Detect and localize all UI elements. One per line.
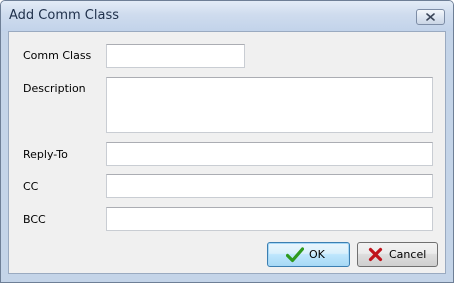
dialog-title: Add Comm Class <box>9 8 119 23</box>
ok-button-label: OK <box>309 248 325 261</box>
cc-label: CC <box>23 180 39 193</box>
close-button[interactable] <box>416 9 445 25</box>
checkmark-icon <box>286 247 304 263</box>
dialog-body: Comm Class Description Reply-To CC BCC O… <box>8 31 446 274</box>
cc-input[interactable] <box>106 174 433 198</box>
bcc-label: BCC <box>23 213 46 226</box>
reply-to-input[interactable] <box>106 142 433 166</box>
description-label: Description <box>23 82 86 95</box>
close-icon <box>426 13 435 21</box>
bcc-input[interactable] <box>106 207 433 231</box>
comm-class-input[interactable] <box>106 44 245 68</box>
reply-to-label: Reply-To <box>23 148 68 161</box>
dialog-window: Add Comm Class Comm Class Description Re… <box>0 0 454 283</box>
ok-button[interactable]: OK <box>267 242 350 267</box>
title-bar[interactable]: Add Comm Class <box>1 1 453 31</box>
x-icon <box>368 247 383 262</box>
cancel-button-label: Cancel <box>389 248 427 261</box>
comm-class-label: Comm Class <box>23 49 92 62</box>
description-input[interactable] <box>106 77 433 133</box>
cancel-button[interactable]: Cancel <box>357 242 438 267</box>
